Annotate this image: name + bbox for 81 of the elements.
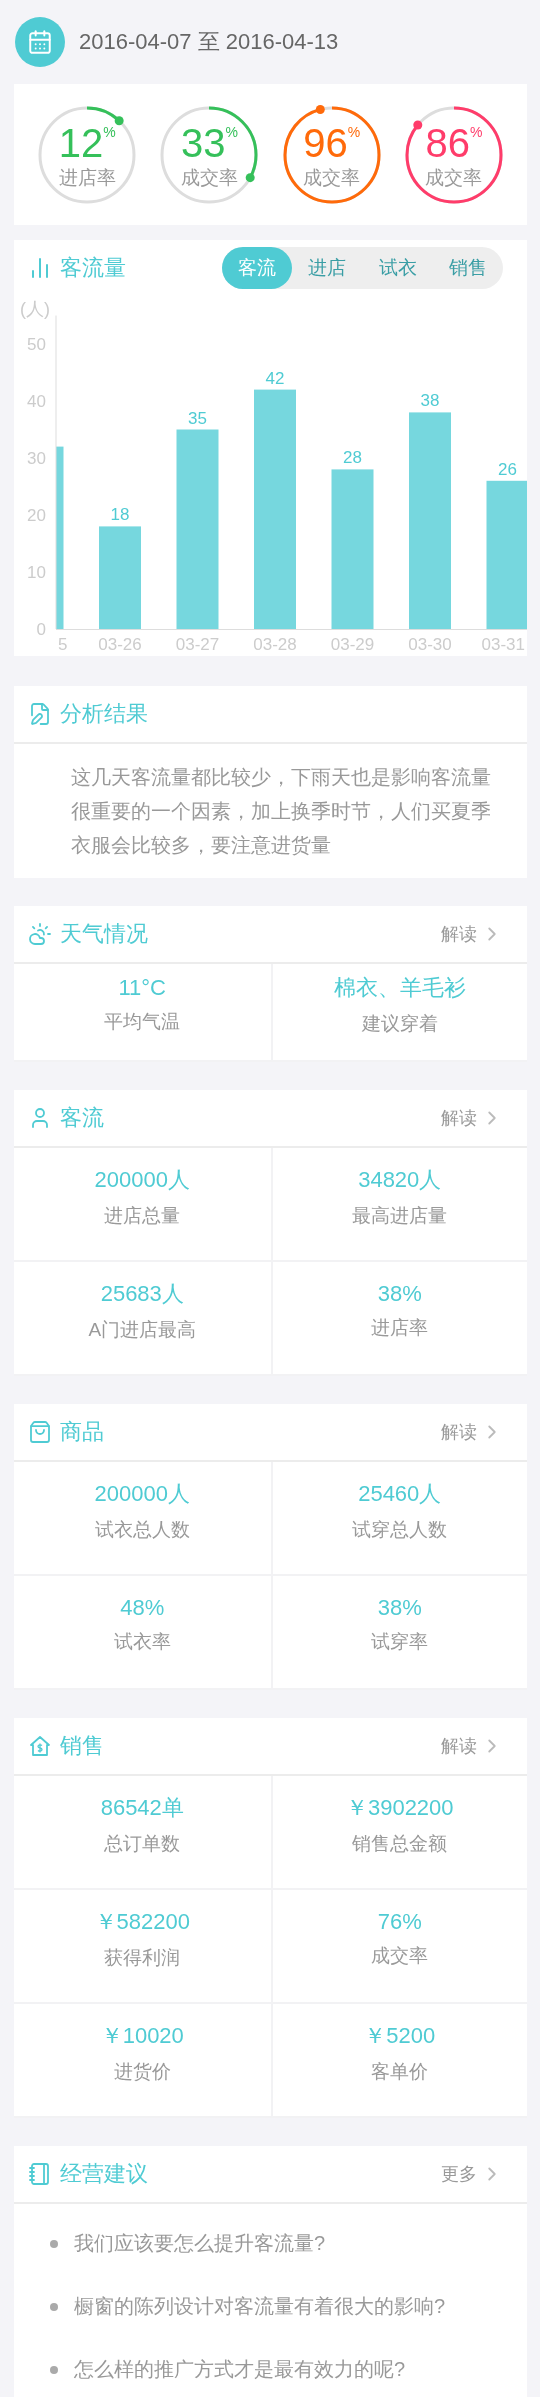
- bullet-dot: [50, 2239, 58, 2248]
- metric-value: 200000人: [94, 1480, 190, 1508]
- metric-label: 进货价: [113, 2060, 171, 2084]
- ring-value: 12: [58, 122, 104, 163]
- metric-value: 25683人: [100, 1280, 184, 1308]
- date-range[interactable]: 2016-04-07 至 2016-04-13: [79, 27, 339, 57]
- metric-label: 进店率: [371, 1316, 429, 1340]
- percent-sign: %: [225, 124, 238, 139]
- section-title: 经营建议: [60, 2160, 149, 2188]
- metric-value: ￥10020: [100, 2022, 184, 2050]
- section-title: 客流: [60, 1104, 105, 1132]
- metric-value: 86542单: [100, 1794, 184, 1822]
- bar-value-label: 35: [188, 408, 207, 428]
- metric-value: 棉衣、羊毛衫: [333, 974, 466, 1002]
- bar-value-label: 28: [343, 448, 362, 468]
- more-link[interactable]: 更多: [441, 2162, 503, 2186]
- chart-tab[interactable]: 试衣: [362, 247, 433, 289]
- metric-label: 进店总量: [104, 1204, 181, 1228]
- bullet-dot: [50, 2365, 58, 2374]
- metric-value: ￥5200: [364, 2022, 436, 2050]
- house-dollar-icon: [28, 1734, 52, 1758]
- section-title: 商品: [60, 1418, 105, 1446]
- metric-label: 总订单数: [104, 1832, 181, 1856]
- percent-sign: %: [347, 124, 361, 139]
- ring-label: 进店率: [58, 165, 116, 190]
- interpret-link[interactable]: 解读: [441, 922, 503, 946]
- section-title: 客流量: [60, 254, 127, 282]
- analysis-text: 这几天客流量都比较少，下雨天也是影响客流量很重要的一个因素，加上换季时节，人们买夏季衣服会比较多，要注意进货量: [70, 765, 492, 858]
- percent-sign: %: [103, 124, 116, 139]
- metric-value: 48%: [120, 1595, 165, 1621]
- chart-tab[interactable]: 进店: [292, 247, 363, 289]
- bar-value-label: 26: [498, 459, 517, 479]
- document-pen-icon: [28, 702, 52, 726]
- metric-value: 38%: [377, 1281, 422, 1307]
- interpret-link[interactable]: 解读: [441, 1106, 503, 1130]
- metric-label: 试衣率: [113, 1630, 171, 1654]
- bag-icon: [28, 1420, 52, 1444]
- interpret-link[interactable]: 解读: [441, 1420, 503, 1444]
- metric-label: 试穿率: [371, 1630, 429, 1654]
- ring-label: 成交率: [180, 165, 238, 190]
- calendar-button[interactable]: [15, 17, 65, 67]
- metric-value: 38%: [377, 1595, 422, 1621]
- ring-label: 成交率: [303, 165, 361, 190]
- metric-value: ￥582200: [94, 1908, 190, 1936]
- metric-label: 试衣总人数: [94, 1518, 190, 1542]
- metric-label: A门进店最高: [88, 1318, 197, 1342]
- section-title: 分析结果: [60, 700, 149, 728]
- ring-label: 成交率: [425, 165, 483, 190]
- metric-value: 76%: [377, 1909, 422, 1935]
- ring-value: 96: [303, 122, 348, 163]
- suggestion-link[interactable]: 橱窗的陈列设计对客流量有着很大的影响?: [74, 2293, 446, 2320]
- section-title: 销售: [60, 1732, 105, 1760]
- metric-label: 建议穿着: [361, 1012, 438, 1036]
- section-title: 天气情况: [60, 920, 149, 948]
- metric-value: 34820人: [358, 1166, 442, 1194]
- metric-label: 获得利润: [104, 1946, 181, 1970]
- metric-value: 25460人: [358, 1480, 442, 1508]
- metric-label: 试穿总人数: [352, 1518, 448, 1542]
- cloud-sun-icon: [28, 922, 52, 946]
- bar-value-label: 38: [420, 391, 440, 411]
- bullet-dot: [50, 2302, 58, 2311]
- bar-value-label: 18: [110, 505, 130, 525]
- metric-label: 平均气温: [104, 1010, 181, 1034]
- metric-label: 客单价: [371, 2060, 429, 2084]
- chart-tab[interactable]: 客流: [222, 247, 293, 289]
- metric-value: 11°C: [118, 975, 166, 1001]
- metric-label: 成交率: [371, 1944, 429, 1968]
- bar-value-label: 42: [265, 368, 285, 388]
- calendar-icon: [27, 29, 53, 55]
- interpret-link[interactable]: 解读: [441, 1734, 503, 1758]
- metric-value: ￥3902200: [345, 1794, 454, 1822]
- suggestion-link[interactable]: 我们应该要怎么提升客流量?: [74, 2230, 326, 2257]
- metric-label: 最高进店量: [352, 1204, 448, 1228]
- chart-tab[interactable]: 销售: [432, 247, 503, 289]
- ring-value: 33: [180, 122, 226, 163]
- ring-value: 86: [425, 122, 470, 163]
- notebook-icon: [28, 2162, 52, 2186]
- metric-value: 200000人: [94, 1166, 190, 1194]
- suggestion-link[interactable]: 怎么样的推广方式才是最有效力的呢?: [74, 2356, 406, 2383]
- percent-sign: %: [469, 124, 483, 139]
- metric-label: 销售总金额: [352, 1832, 448, 1856]
